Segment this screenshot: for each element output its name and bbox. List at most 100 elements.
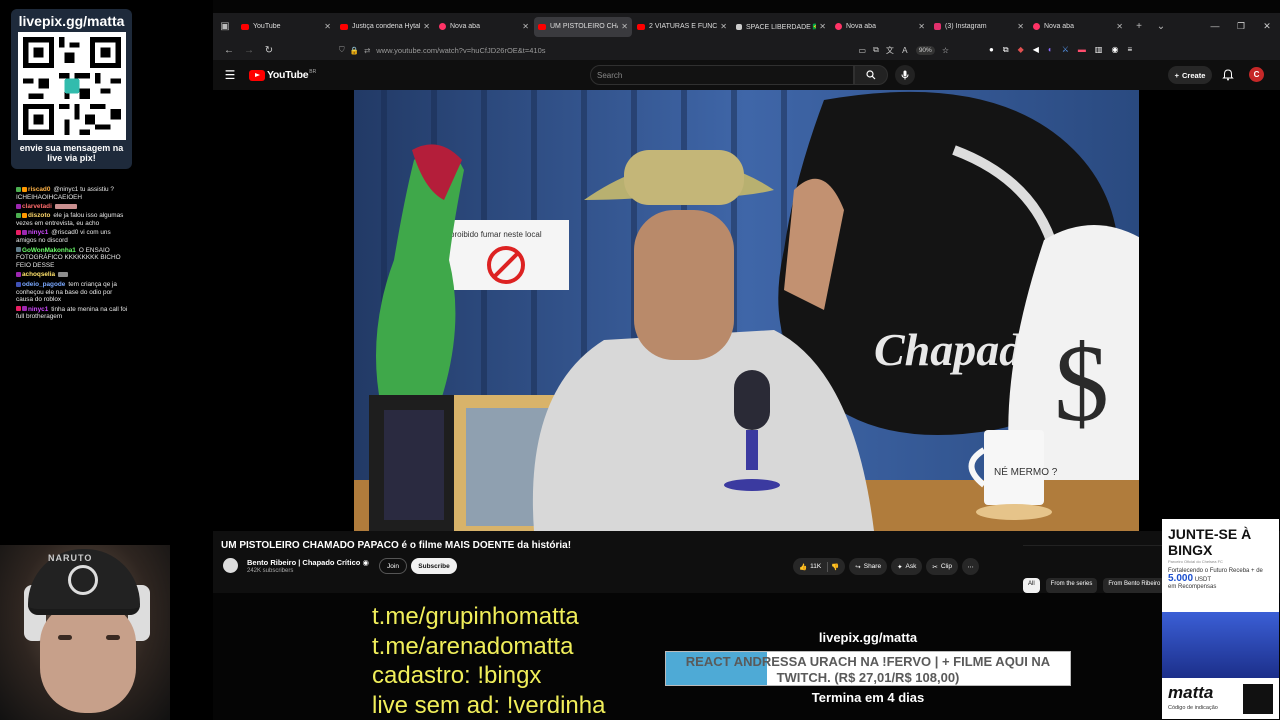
close-icon[interactable]: ✕ [423, 22, 430, 31]
close-icon[interactable]: ✕ [918, 22, 925, 31]
close-icon[interactable]: ✕ [324, 22, 331, 31]
hamburger-menu-icon[interactable]: ☰ [213, 68, 247, 82]
chip-from-channel[interactable]: From Bento Ribeiro [1103, 578, 1166, 593]
tab-title: Nova aba [846, 23, 876, 30]
reload-icon[interactable]: ↻ [259, 45, 279, 56]
chat-username: odeio_pagode [22, 280, 66, 288]
bookmark-star-icon[interactable]: ☆ [942, 46, 949, 55]
stream-chat: riscad0 @ninyc1 tu assistiu ? ICHEIHAOIHC… [16, 186, 128, 323]
reader-icon[interactable]: Ａ [901, 45, 909, 56]
join-button[interactable]: Join [379, 558, 407, 574]
more-actions-button[interactable]: ⋯ [962, 558, 980, 575]
livepix-card: livepix.gg/matta envie sua mensagem na l… [11, 9, 132, 169]
close-icon[interactable]: ✕ [819, 22, 826, 31]
tab-overview-icon[interactable]: ▣ [213, 13, 237, 40]
menu-icon[interactable]: ≡ [1127, 45, 1132, 55]
browser-window: ▣ YouTube ✕ Justiça condena Hytalo ✕ Nova … [213, 13, 1280, 593]
translate-icon[interactable]: 文 [886, 45, 894, 56]
search-button[interactable] [854, 65, 888, 85]
tab-title: Nova aba [1044, 23, 1074, 30]
goal-text: REACT ANDRESSA URACH NA !FERVO | + FILME… [685, 654, 1051, 685]
subscribe-button[interactable]: Subscribe [411, 558, 457, 574]
restore-icon[interactable]: ❐ [1228, 21, 1254, 32]
streamer-face [40, 603, 136, 713]
tab-title: Justiça condena Hytalo [352, 23, 421, 30]
address-bar-actions: ▭ ⧉ 文 Ａ 90% ☆ [859, 45, 949, 56]
livepix-message: envie sua mensagem na live via pix! [19, 143, 124, 163]
tab-nova-aba[interactable]: Nova aba ✕ [435, 17, 533, 37]
close-icon[interactable]: ✕ [522, 22, 529, 31]
account-icon[interactable]: ● [989, 45, 994, 55]
chip-from-series[interactable]: From the series [1045, 578, 1098, 593]
forward-icon[interactable]: → [239, 45, 259, 56]
ask-button[interactable]: ✦ Ask [891, 558, 923, 575]
share-label: Share [863, 563, 882, 570]
clip-button[interactable]: ✂ Clip [926, 558, 959, 575]
close-icon[interactable]: ✕ [720, 22, 727, 31]
sparkle-icon: ✦ [897, 563, 903, 571]
thumbs-up-icon: 👍 [799, 563, 808, 571]
minimize-icon[interactable]: — [1202, 21, 1228, 32]
account-avatar[interactable]: C [1249, 67, 1264, 82]
volume-icon[interactable]: ◀ [1033, 45, 1039, 55]
tab-um-pistoleiro[interactable]: UM PISTOLEIRO CHAMADO✕ [534, 16, 632, 37]
like-button[interactable]: 👍 11K 👎 [793, 558, 846, 575]
extension-icon[interactable]: ▬ [1078, 45, 1086, 55]
tab-justica[interactable]: Justiça condena Hytalo ✕ [336, 17, 434, 37]
tab-space[interactable]: SPACE LIBERDADE 🇧🇷 n✕ [732, 17, 830, 37]
bingx-command: cadastro: !bingx [372, 662, 542, 689]
screenshot-icon[interactable]: ▭ [859, 46, 867, 55]
create-button[interactable]: + Create [1168, 66, 1212, 84]
ad-copy-text: em Recompensas [1168, 584, 1217, 590]
chat-message: achoqselia [16, 271, 128, 279]
thumbs-down-icon[interactable]: 👎 [831, 563, 839, 571]
extension-icon[interactable]: ◐ [1048, 45, 1053, 55]
picture-in-picture-icon[interactable]: ⧉ [873, 45, 879, 55]
ad-brand-sub: Código de indicação [1168, 705, 1218, 711]
lock-icon[interactable]: 🔒 [350, 46, 359, 55]
tab-instagram[interactable]: (3) Instagram ✕ [930, 17, 1028, 37]
youtube-logo[interactable]: YouTube BR [249, 69, 316, 81]
close-icon[interactable]: ✕ [1017, 22, 1024, 31]
tab-nova-aba[interactable]: Nova aba ✕ [1029, 17, 1127, 37]
channel-avatar[interactable] [223, 558, 238, 573]
video-player[interactable]: Chapado Crítico $ proibido fumar neste l… [354, 90, 1139, 531]
chip-all[interactable]: All [1023, 578, 1040, 593]
chat-username: clarvetadi [22, 203, 52, 211]
close-window-icon[interactable]: ✕ [1254, 21, 1280, 32]
url-text[interactable]: www.youtube.com/watch?v=huCfJD26rOE&t=41… [376, 46, 545, 55]
tab-title: SPACE LIBERDADE 🇧🇷 n [746, 23, 816, 31]
tab-title: UM PISTOLEIRO CHAMADO [550, 23, 618, 30]
like-count: 11K [810, 563, 822, 570]
goal-deadline: Termina em 4 dias [811, 690, 925, 705]
shield-icon[interactable]: ⛉ [339, 45, 345, 55]
extensions-icon[interactable]: ⧉ [1003, 45, 1009, 55]
youtube-favicon-icon [637, 23, 645, 30]
profile-icon[interactable]: ◉ [1111, 45, 1118, 55]
streamer-eyes [54, 635, 124, 641]
tab-nova-aba[interactable]: Nova aba ✕ [831, 17, 929, 37]
tab-viaturas[interactable]: 2 VIATURAS E FUNCIO ✕ [633, 17, 731, 37]
close-icon[interactable]: ✕ [621, 22, 628, 31]
qr-code [17, 32, 126, 140]
extension-icon[interactable]: ◆ [1018, 45, 1024, 55]
extension-icon[interactable]: ▥ [1095, 45, 1103, 55]
channel-name[interactable]: Bento Ribeiro | Chapado Crítico ◉ [247, 558, 369, 567]
extension-icon[interactable]: ⚔ [1062, 45, 1069, 55]
badge-icon [16, 230, 21, 236]
share-button[interactable]: ↪ Share [849, 558, 888, 575]
close-icon[interactable]: ✕ [1116, 22, 1123, 31]
x-favicon-icon [736, 23, 742, 30]
new-tab-icon[interactable]: + [1128, 21, 1150, 32]
zoom-level[interactable]: 90% [915, 45, 935, 55]
permissions-icon[interactable]: ⇄ [364, 46, 370, 55]
search-input[interactable]: Search [590, 65, 854, 85]
tab-list-chevron-icon[interactable]: ⌄ [1150, 21, 1172, 32]
voice-search-button[interactable] [895, 65, 915, 85]
back-icon[interactable]: ← [219, 45, 239, 56]
address-bar[interactable]: ⛉ 🔒 ⇄ www.youtube.com/watch?v=huCfJD26rO… [339, 42, 949, 58]
tab-youtube[interactable]: YouTube ✕ [237, 17, 335, 37]
subscriber-count: 242K subscribers [247, 568, 294, 574]
notifications-bell-icon[interactable] [1222, 69, 1234, 81]
chat-username: riscad0 [28, 186, 51, 193]
